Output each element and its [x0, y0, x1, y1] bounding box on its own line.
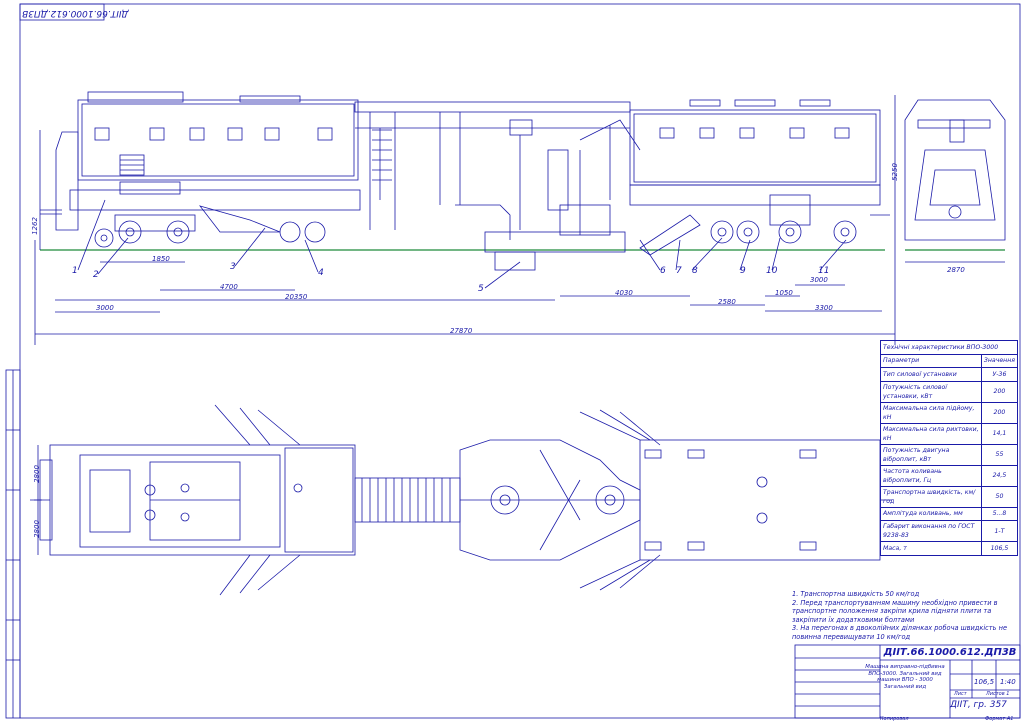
spec-value: 24,5: [980, 464, 1019, 487]
dim-27870: 27870: [450, 327, 473, 335]
spec-param: Максимальна сила рихтовки, кН: [880, 422, 982, 445]
spec-param: Потужність двигуна віброплит, кВт: [880, 443, 982, 466]
callout-9: 9: [740, 266, 746, 276]
spec-value: 5...8: [980, 506, 1019, 521]
drawing-code: ДІІТ.66.1000.612.ДП3В: [883, 647, 1017, 658]
spec-param: Маса, т: [880, 541, 982, 556]
spec-value: У-36: [980, 367, 1019, 382]
drawing-notes: 1. Транспортна швидкість 50 км/год 2. Пе…: [792, 590, 1018, 642]
spec-param: Габарит виконання по ГОСТ 9238-83: [880, 520, 982, 542]
dim-1050: 1050: [775, 289, 793, 297]
drawing-description-text: Машина виправно-підбивна ВПО-3000. Загал…: [865, 664, 945, 683]
callout-10: 10: [766, 266, 778, 276]
format-label: Формат А1: [985, 716, 1014, 722]
copied-label: Копировал: [880, 716, 909, 722]
dim-3000-left: 3000: [96, 304, 114, 312]
spec-value: 14,1: [980, 422, 1019, 445]
dim-20350: 20350: [285, 293, 308, 301]
callout-4: 4: [318, 268, 324, 278]
mass-value: 106,5: [974, 678, 995, 686]
callout-1: 1: [72, 266, 78, 276]
dim-1262: 1262: [30, 217, 39, 235]
callout-5: 5: [478, 284, 484, 294]
specs-header-param: Параметри: [880, 353, 982, 368]
drawing-description: Машина виправно-підбивна ВПО-3000. Загал…: [862, 664, 948, 690]
callout-3: 3: [230, 262, 236, 272]
callout-8: 8: [692, 266, 698, 276]
callout-2: 2: [93, 270, 99, 280]
note-3: 3. На перегонах в двоколійних ділянках р…: [792, 624, 1007, 641]
spec-param: Амплітуда коливань, мм: [880, 506, 982, 521]
spec-value: 1-Т: [980, 520, 1019, 542]
spec-value: 200: [980, 380, 1019, 403]
callout-11: 11: [818, 266, 830, 276]
spec-value: 106,5: [980, 541, 1019, 556]
dim-1850: 1850: [152, 255, 170, 263]
callout-6: 6: [660, 266, 666, 276]
specs-title: Технічні характеристики ВПО-3000: [880, 340, 1018, 355]
callout-7: 7: [676, 266, 682, 276]
dim-2580: 2580: [718, 298, 736, 306]
dim-4700: 4700: [220, 283, 238, 291]
group-label: ДІІТ, гр. 357: [950, 700, 1007, 710]
dim-4030: 4030: [615, 289, 633, 297]
sheets-label: Листов 1: [986, 691, 1010, 697]
drawing-subtitle: Загальний вид: [883, 683, 927, 690]
spec-param: Тип силової установки: [880, 367, 982, 382]
spec-param: Транспортна швидкість, км/год: [880, 485, 982, 508]
scale-value: 1:40: [1000, 678, 1016, 686]
dim-3300: 3300: [815, 304, 833, 312]
spec-param: Максимальна сила підйому, кН: [880, 401, 982, 424]
dim-2800-top: 2800: [32, 465, 41, 483]
dim-5250: 5250: [890, 163, 899, 181]
spec-value: 55: [980, 443, 1019, 466]
note-2: 2. Перед транспортуванням машину необхід…: [792, 598, 998, 624]
spec-param: Потужність силової установки, кВт: [880, 380, 982, 403]
technical-specs-table: Технічні характеристики ВПО-3000 Парамет…: [880, 340, 1019, 556]
spec-value: 200: [980, 401, 1019, 424]
dim-2870: 2870: [947, 266, 965, 274]
specs-header-value: Значення: [980, 353, 1019, 368]
dim-2800-bottom: 2800: [32, 520, 41, 538]
spec-param: Частота коливань віброплити, Гц: [880, 464, 982, 487]
mirrored-drawing-code: ДІІТ.66.1000.612.ДП3В: [22, 8, 129, 18]
dim-3000-right: 3000: [810, 276, 828, 284]
note-1: 1. Транспортна швидкість 50 км/год: [792, 590, 920, 598]
spec-value: 50: [980, 485, 1019, 508]
sheet-label: Лист: [954, 691, 967, 697]
